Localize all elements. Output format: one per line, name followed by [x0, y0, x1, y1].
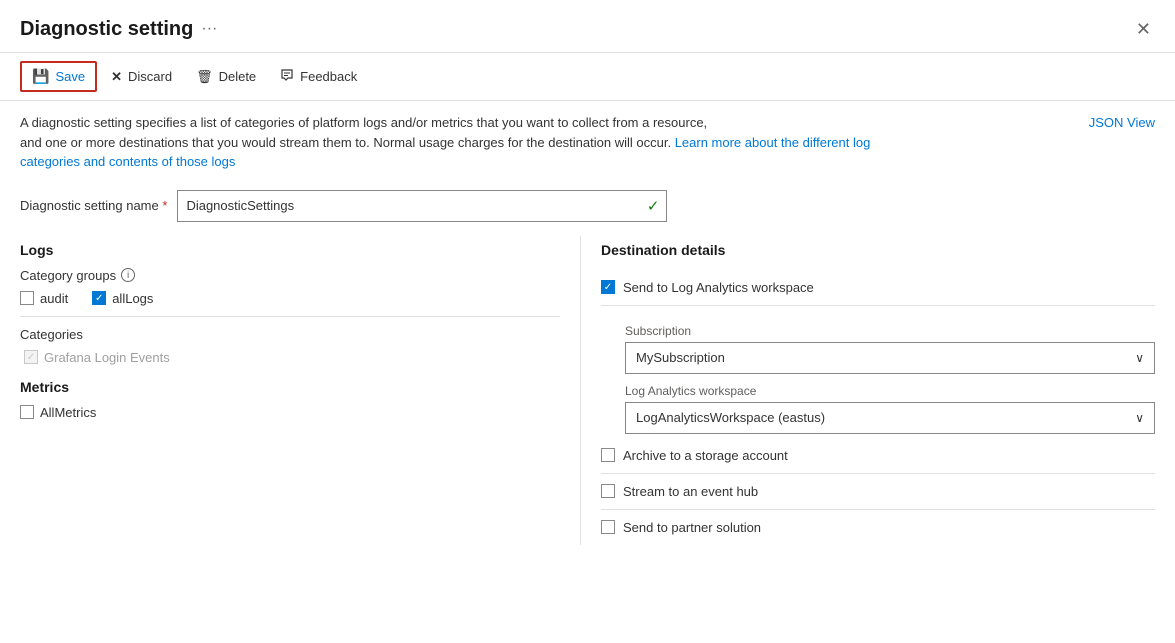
logs-section-title: Logs — [20, 242, 560, 258]
subscription-value: MySubscription — [636, 350, 725, 365]
required-marker: * — [162, 198, 167, 213]
input-valid-icon: ✓ — [647, 197, 660, 215]
setting-name-input-wrapper: ✓ — [177, 190, 667, 222]
metrics-section-title: Metrics — [20, 379, 560, 395]
log-analytics-label: Send to Log Analytics workspace — [623, 280, 814, 295]
dialog-title: Diagnostic setting — [20, 18, 193, 41]
discard-button[interactable]: ✕ Discard — [101, 64, 182, 90]
partner-label: Send to partner solution — [623, 520, 761, 535]
delete-icon: 🗑 — [196, 69, 213, 85]
audit-checkbox[interactable] — [20, 291, 34, 305]
setting-name-label: Diagnostic setting name * — [20, 198, 167, 213]
workspace-value: LogAnalyticsWorkspace (eastus) — [636, 410, 825, 425]
categories-section: Categories Grafana Login Events — [20, 327, 560, 365]
discard-label: Discard — [128, 69, 172, 84]
grafana-checkbox[interactable] — [24, 350, 38, 364]
feedback-button[interactable]: Feedback — [270, 63, 367, 90]
feedback-icon — [280, 68, 294, 85]
grafana-label: Grafana Login Events — [44, 350, 170, 365]
stream-checkbox[interactable] — [601, 484, 615, 498]
description-line1: A diagnostic setting specifies a list of… — [20, 115, 707, 130]
allmetrics-checkbox-item: AllMetrics — [20, 405, 560, 420]
log-analytics-row: Send to Log Analytics workspace — [601, 270, 1155, 306]
workspace-dropdown-arrow: ∨ — [1135, 411, 1144, 425]
subscription-area: Subscription MySubscription ∨ Log Analyt… — [601, 306, 1155, 438]
log-analytics-checkbox[interactable] — [601, 280, 615, 294]
category-groups-info-icon[interactable]: i — [121, 268, 135, 282]
alllogs-label: allLogs — [112, 291, 153, 306]
save-label: Save — [55, 69, 85, 84]
audit-label: audit — [40, 291, 68, 306]
archive-label: Archive to a storage account — [623, 448, 788, 463]
diagnostic-setting-dialog: Diagnostic setting ··· ✕ 💾 Save ✕ Discar… — [0, 0, 1175, 643]
category-groups-label: Category groups i — [20, 268, 560, 283]
partner-row: Send to partner solution — [601, 510, 1155, 545]
json-view-link[interactable]: JSON View — [1089, 113, 1155, 133]
dialog-header: Diagnostic setting ··· ✕ — [0, 0, 1175, 53]
alllogs-checkbox-item: allLogs — [92, 291, 153, 306]
allmetrics-checkbox[interactable] — [20, 405, 34, 419]
destination-section-title: Destination details — [601, 242, 1155, 258]
close-button[interactable]: ✕ — [1132, 16, 1155, 42]
close-icon: ✕ — [1136, 19, 1151, 39]
right-panel: Destination details Send to Log Analytic… — [580, 236, 1155, 545]
grafana-checkbox-item: Grafana Login Events — [24, 350, 560, 365]
metrics-section: Metrics AllMetrics — [20, 379, 560, 420]
subscription-dropdown-arrow: ∨ — [1135, 351, 1144, 365]
toolbar: 💾 Save ✕ Discard 🗑 Delete Feedback — [0, 53, 1175, 101]
save-button[interactable]: 💾 Save — [20, 61, 97, 92]
delete-button[interactable]: 🗑 Delete — [186, 64, 266, 90]
workspace-label: Log Analytics workspace — [625, 384, 1155, 398]
category-groups-checkboxes: audit allLogs — [20, 291, 560, 306]
subscription-dropdown[interactable]: MySubscription ∨ — [625, 342, 1155, 374]
subscription-label: Subscription — [625, 324, 1155, 338]
alllogs-checkbox[interactable] — [92, 291, 106, 305]
archive-row: Archive to a storage account — [601, 438, 1155, 474]
main-content: Logs Category groups i audit allLogs — [0, 236, 1175, 545]
workspace-dropdown[interactable]: LogAnalyticsWorkspace (eastus) ∨ — [625, 402, 1155, 434]
discard-icon: ✕ — [111, 69, 122, 85]
allmetrics-label: AllMetrics — [40, 405, 96, 420]
save-icon: 💾 — [32, 68, 49, 85]
stream-row: Stream to an event hub — [601, 474, 1155, 510]
feedback-label: Feedback — [300, 69, 357, 84]
logs-divider — [20, 316, 560, 317]
description-area: A diagnostic setting specifies a list of… — [0, 101, 1175, 184]
categories-label: Categories — [20, 327, 560, 342]
archive-checkbox[interactable] — [601, 448, 615, 462]
logs-section: Logs Category groups i audit allLogs — [20, 242, 560, 365]
audit-checkbox-item: audit — [20, 291, 68, 306]
description-text: A diagnostic setting specifies a list of… — [20, 113, 920, 172]
partner-checkbox[interactable] — [601, 520, 615, 534]
delete-label: Delete — [219, 69, 257, 84]
stream-label: Stream to an event hub — [623, 484, 758, 499]
description-line2: and one or more destinations that you wo… — [20, 135, 675, 150]
dialog-dots: ··· — [201, 20, 217, 38]
left-panel: Logs Category groups i audit allLogs — [20, 236, 580, 545]
setting-name-row: Diagnostic setting name * ✓ — [0, 184, 1175, 236]
setting-name-input[interactable] — [177, 190, 667, 222]
